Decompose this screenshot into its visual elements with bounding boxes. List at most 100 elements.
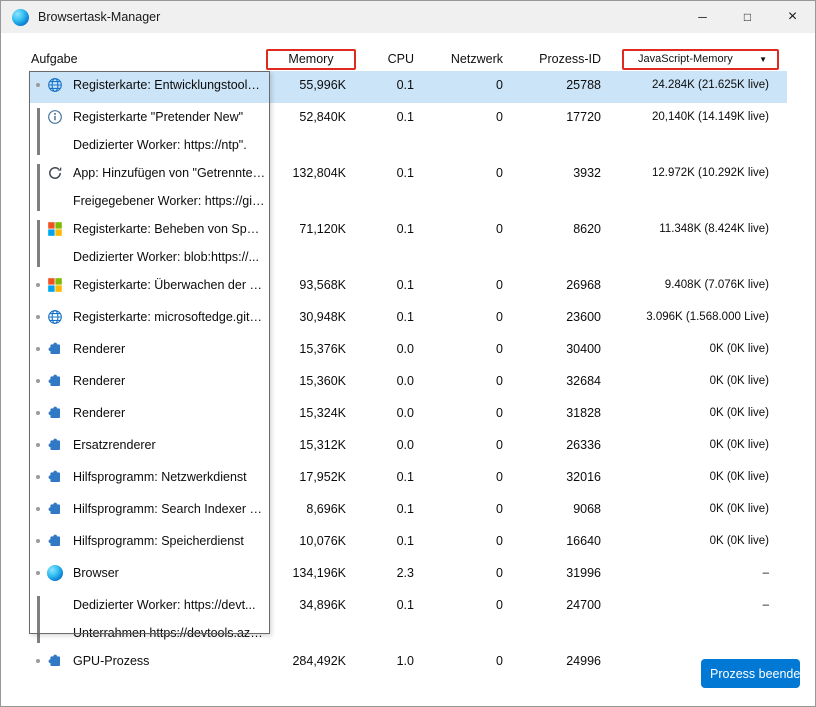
process-row[interactable]: Hilfsprogramm: Netzwerkdienst 17,952K 0.… xyxy=(29,463,787,495)
row-marker xyxy=(29,271,47,287)
bullet-icon xyxy=(36,347,40,351)
puzzle-icon xyxy=(47,469,63,485)
memory-value: 34,896K xyxy=(266,591,349,619)
memory-value: 71,120K xyxy=(266,215,349,243)
network-value: 0 xyxy=(416,367,506,395)
browsertask-manager-window: Browsertask-Manager ─ □ × Aufgabe Memory… xyxy=(0,0,816,707)
memory-value: 284,492K xyxy=(266,647,349,675)
js-memory-value: 12.972K (10.292K live) xyxy=(604,159,787,187)
task-cell: Hilfsprogramm: Speicherdienst xyxy=(73,527,266,555)
column-header-javascript-memory[interactable]: JavaScript-Memory ▼ xyxy=(604,49,787,70)
task-cell: Ersatzrenderer xyxy=(73,431,266,459)
js-memory-value: – xyxy=(604,559,787,587)
row-icon-cell xyxy=(47,271,73,303)
minimize-button[interactable]: ─ xyxy=(680,1,725,33)
process-row[interactable]: Registerkarte: Beheben von Speicherprobl… xyxy=(29,215,787,271)
task-label: Ersatzrenderer xyxy=(73,431,266,459)
process-row[interactable]: App: Hinzufügen von "Getrennte Elemente"… xyxy=(29,159,787,215)
network-value: 0 xyxy=(416,591,506,619)
bullet-icon xyxy=(36,283,40,287)
network-value: 0 xyxy=(416,399,506,427)
info-icon xyxy=(47,109,63,125)
task-cell: Dedizierter Worker: https://devt... Unte… xyxy=(73,591,266,647)
network-value: 0 xyxy=(416,271,506,299)
row-marker xyxy=(29,103,47,155)
row-marker xyxy=(29,431,47,447)
row-marker xyxy=(29,71,47,87)
process-row[interactable]: Ersatzrenderer 15,312K 0.0 0 26336 0K (0… xyxy=(29,431,787,463)
row-marker xyxy=(29,559,47,575)
process-table-body: Registerkarte: Entwicklungstools - Micro… xyxy=(29,71,787,679)
puzzle-icon xyxy=(47,405,63,421)
row-marker xyxy=(29,647,47,663)
process-row[interactable]: Dedizierter Worker: https://devt... Unte… xyxy=(29,591,787,647)
task-cell: Browser xyxy=(73,559,266,587)
globe-icon xyxy=(47,309,63,325)
table-header: Aufgabe Memory CPU Netzwerk Prozess-ID J… xyxy=(29,47,787,71)
window-title: Browsertask-Manager xyxy=(38,10,160,24)
tree-group-line xyxy=(37,596,40,643)
pid-value: 9068 xyxy=(506,495,604,523)
process-row[interactable]: Registerkarte: Überwachen der Speicherau… xyxy=(29,271,787,303)
process-row[interactable]: Renderer 15,376K 0.0 0 30400 0K (0K live… xyxy=(29,335,787,367)
process-row[interactable]: Registerkarte: Entwicklungstools - Micro… xyxy=(29,71,787,103)
process-row[interactable]: Hilfsprogramm: Speicherdienst 10,076K 0.… xyxy=(29,527,787,559)
network-value: 0 xyxy=(416,559,506,587)
network-value: 0 xyxy=(416,103,506,131)
edge-logo-icon xyxy=(12,9,29,26)
js-memory-value: 0K (0K live) xyxy=(604,367,787,395)
network-value: 0 xyxy=(416,71,506,99)
task-cell: Registerkarte: Entwicklungstools - Micro… xyxy=(73,71,266,99)
memory-value: 17,952K xyxy=(266,463,349,491)
row-icon-cell xyxy=(47,303,73,335)
process-row[interactable]: Renderer 15,360K 0.0 0 32684 0K (0K live… xyxy=(29,367,787,399)
process-row[interactable]: GPU-Prozess 284,492K 1.0 0 24996 – xyxy=(29,647,787,679)
js-memory-value: 0K (0K live) xyxy=(604,463,787,491)
task-cell: Renderer xyxy=(73,335,266,363)
task-label: Renderer xyxy=(73,367,266,395)
cpu-value: 2.3 xyxy=(349,559,416,587)
network-value: 0 xyxy=(416,335,506,363)
js-memory-value: 11.348K (8.424K live) xyxy=(604,215,787,243)
close-button[interactable]: × xyxy=(770,1,815,33)
cpu-value: 0.1 xyxy=(349,159,416,187)
process-row[interactable]: Browser 134,196K 2.3 0 31996 – xyxy=(29,559,787,591)
row-icon-cell xyxy=(47,647,73,679)
memory-header-highlight: Memory xyxy=(266,49,356,70)
puzzle-icon xyxy=(47,533,63,549)
puzzle-icon xyxy=(47,501,63,517)
task-cell: Registerkarte: Beheben von Speicherprobl… xyxy=(73,215,266,271)
tree-group-line xyxy=(37,164,40,211)
js-memory-value: – xyxy=(604,591,787,619)
pid-value: 26968 xyxy=(506,271,604,299)
maximize-button[interactable]: □ xyxy=(725,1,770,33)
network-value: 0 xyxy=(416,303,506,331)
pid-value: 25788 xyxy=(506,71,604,99)
end-process-button[interactable]: Prozess beenden xyxy=(701,659,800,688)
row-marker xyxy=(29,367,47,383)
row-icon-cell xyxy=(47,399,73,431)
titlebar[interactable]: Browsertask-Manager ─ □ × xyxy=(1,1,815,33)
network-value: 0 xyxy=(416,527,506,555)
row-marker xyxy=(29,591,47,643)
column-header-cpu[interactable]: CPU xyxy=(349,52,416,66)
microsoft-icon xyxy=(47,221,63,237)
task-sub-label: Freigegebener Worker: https://github.c..… xyxy=(73,187,266,215)
process-row[interactable]: Registerkarte "Pretender New" Dedizierte… xyxy=(29,103,787,159)
column-header-netzwerk[interactable]: Netzwerk xyxy=(416,52,506,66)
cpu-value: 0.1 xyxy=(349,591,416,619)
cpu-value: 0.0 xyxy=(349,335,416,363)
column-header-prozess-id[interactable]: Prozess-ID xyxy=(506,52,604,66)
memory-value: 52,840K xyxy=(266,103,349,131)
cpu-value: 0.1 xyxy=(349,215,416,243)
process-row[interactable]: Renderer 15,324K 0.0 0 31828 0K (0K live… xyxy=(29,399,787,431)
pid-value: 26336 xyxy=(506,431,604,459)
process-row[interactable]: Hilfsprogramm: Search Indexer Senseco 8,… xyxy=(29,495,787,527)
network-value: 0 xyxy=(416,463,506,491)
row-marker xyxy=(29,463,47,479)
column-header-memory[interactable]: Memory xyxy=(266,49,349,70)
column-header-aufgabe[interactable]: Aufgabe xyxy=(29,52,266,66)
process-row[interactable]: Registerkarte: microsoftedge.github.io/D… xyxy=(29,303,787,335)
cpu-value: 0.1 xyxy=(349,527,416,555)
network-value: 0 xyxy=(416,215,506,243)
